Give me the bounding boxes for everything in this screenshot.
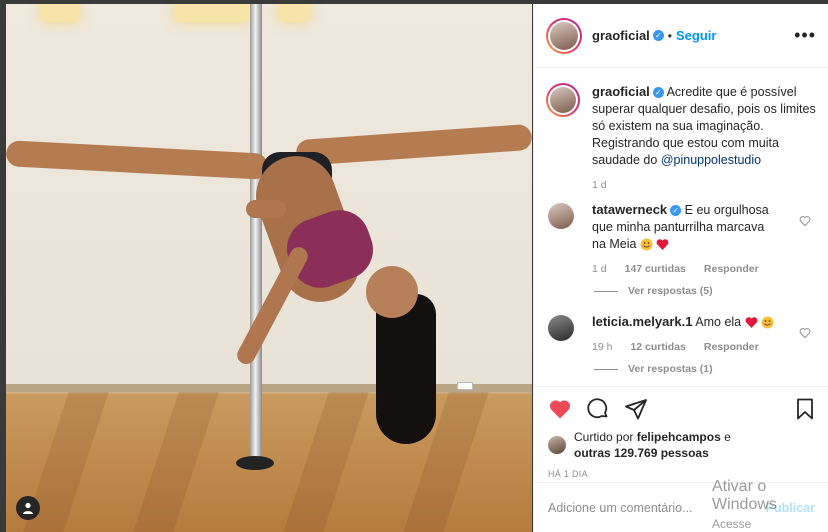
reply-button[interactable]: Responder (704, 341, 759, 353)
profile-tags-button[interactable] (16, 496, 40, 520)
comment-text: Amo ela (695, 315, 742, 329)
pole-base (236, 456, 274, 470)
comment-likes[interactable]: 147 curtidas (625, 263, 686, 275)
comment-input[interactable] (548, 500, 698, 515)
dance-pole (250, 4, 262, 464)
verified-icon: ✓ (652, 87, 664, 99)
ceiling-lamp (278, 4, 310, 22)
mention-link[interactable]: @pinuppolestudio (661, 153, 761, 167)
caption-username[interactable]: graoficial (592, 84, 650, 99)
follow-button[interactable]: Seguir (676, 28, 716, 43)
grip-arm (246, 200, 286, 218)
view-replies-toggle[interactable]: Ver respostas (1) (594, 363, 817, 375)
wall-socket (457, 382, 473, 390)
share-icon[interactable] (624, 397, 648, 421)
view-replies-label[interactable]: Ver respostas (5) (628, 285, 713, 297)
heart-emoji-icon (657, 239, 669, 251)
story-ring[interactable] (546, 17, 582, 54)
avatar (550, 87, 576, 113)
caption-text: graoficial ✓ Acredite que é possível supe… (592, 83, 817, 169)
wall-trim (6, 384, 532, 392)
separator-dot: • (667, 28, 672, 43)
user-icon (22, 502, 34, 514)
liker-avatar (548, 436, 566, 454)
post-photo[interactable] (6, 4, 532, 532)
browser-window: graoficial ✓ • Seguir ••• graoficial ✓ Ac… (0, 0, 828, 532)
more-options-icon[interactable]: ••• (794, 25, 816, 46)
smile-emoji-icon (640, 238, 653, 251)
commenter-avatar[interactable] (548, 203, 574, 229)
bookmark-icon[interactable] (793, 397, 817, 421)
ceiling-lamp (174, 4, 254, 22)
verified-icon: ✓ (652, 30, 664, 41)
liked-by-prefix: Curtido por (574, 430, 634, 444)
avatar (550, 21, 578, 50)
floor-board (133, 392, 219, 532)
likes-summary[interactable]: Curtido por felipehcampos e outras 129.7… (548, 429, 817, 461)
story-ring[interactable] (546, 83, 580, 117)
comment-item: tatawerneck ✓ E eu orgulhosa que minha pa… (546, 201, 817, 275)
post-time[interactable]: HÁ 1 DIA (548, 469, 817, 479)
heart-emoji-icon (745, 317, 758, 329)
comment-username[interactable]: leticia.melyark.1 (592, 314, 692, 329)
smile-emoji-icon (761, 316, 774, 329)
comment-time[interactable]: 19 h (592, 341, 612, 353)
replies-divider (594, 290, 618, 292)
left-leg (6, 140, 269, 180)
post-panel: graoficial ✓ • Seguir ••• graoficial ✓ Ac… (533, 4, 828, 532)
floor-board (283, 392, 369, 532)
right-leg (295, 123, 532, 167)
heart-icon[interactable] (548, 397, 572, 421)
view-replies-toggle[interactable]: Ver respostas (5) (594, 285, 817, 297)
view-replies-label[interactable]: Ver respostas (1) (628, 363, 713, 375)
comment-like-icon[interactable] (799, 215, 811, 227)
comment-username[interactable]: tatawerneck (592, 202, 667, 217)
header-username[interactable]: graoficial (592, 28, 650, 43)
liked-by-user[interactable]: felipehcampos (637, 430, 721, 444)
caption: graoficial ✓ Acredite que é possível supe… (546, 83, 817, 191)
head (366, 266, 418, 318)
comment-time[interactable]: 1 d (592, 263, 607, 275)
post-actions: Curtido por felipehcampos e outras 129.7… (534, 386, 828, 479)
commenter-avatar[interactable] (548, 315, 574, 341)
comment-like-icon[interactable] (799, 327, 811, 339)
liked-by-suffix: e (724, 430, 731, 444)
post-header: graoficial ✓ • Seguir ••• (534, 4, 828, 68)
replies-divider (594, 368, 618, 370)
add-comment-bar: Publicar (534, 482, 828, 532)
comment-item: leticia.melyark.1 Amo ela 19 h 12 curtid… (546, 313, 817, 353)
likes-count[interactable]: outras 129.769 pessoas (574, 446, 709, 460)
ceiling-lamp (40, 4, 80, 22)
caption-time[interactable]: 1 d (592, 179, 817, 191)
comment-likes[interactable]: 12 curtidas (630, 341, 685, 353)
comments-list[interactable]: graoficial ✓ Acredite que é possível supe… (534, 69, 828, 385)
publish-button[interactable]: Publicar (766, 501, 815, 515)
verified-icon: ✓ (670, 205, 682, 217)
comment-icon[interactable] (586, 397, 610, 421)
reply-button[interactable]: Responder (704, 263, 759, 275)
support-arm (234, 243, 311, 368)
